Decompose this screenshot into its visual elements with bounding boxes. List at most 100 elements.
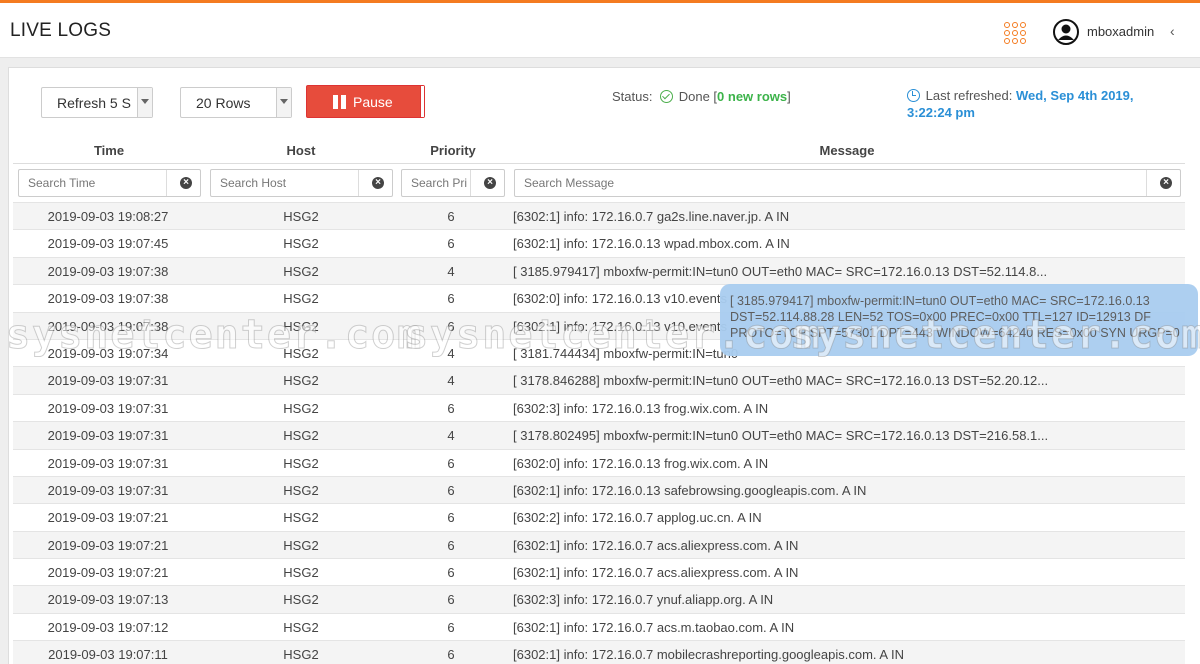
message-cell: [6302:1] info: 172.16.0.13 v10.events bbox=[513, 318, 727, 334]
priority-cell: 6 bbox=[447, 209, 455, 224]
time-cell: 2019-09-03 19:07:31 bbox=[47, 373, 169, 389]
time-cell: 2019-09-03 19:07:31 bbox=[47, 428, 169, 444]
priority-cell: 6 bbox=[447, 318, 455, 334]
search-time-input[interactable] bbox=[19, 170, 167, 196]
refresh-interval-select[interactable]: Refresh 5 S bbox=[41, 87, 153, 118]
search-message-input[interactable] bbox=[515, 170, 1147, 196]
message-cell: [6302:0] info: 172.16.0.13 v10.events bbox=[513, 291, 727, 307]
time-cell: 2019-09-03 19:07:21 bbox=[47, 565, 169, 581]
host-filter: × bbox=[210, 169, 393, 197]
host-cell: HSG2 bbox=[283, 455, 319, 471]
host-cell: HSG2 bbox=[283, 345, 319, 361]
time-cell: 2019-09-03 19:07:31 bbox=[47, 455, 169, 471]
priority-cell: 6 bbox=[447, 565, 455, 581]
apps-grid-icon[interactable] bbox=[1004, 22, 1026, 44]
priority-cell: 6 bbox=[447, 619, 455, 635]
message-cell: [6302:1] info: 172.16.0.7 acs.aliexpress… bbox=[513, 537, 799, 553]
message-cell: [6302:1] info: 172.16.0.7 acs.m.taobao.c… bbox=[513, 619, 795, 635]
host-cell: HSG2 bbox=[283, 209, 319, 224]
refresh-interval-value: Refresh 5 S bbox=[57, 95, 131, 111]
page-title: LIVE LOGS bbox=[10, 20, 112, 41]
clear-icon[interactable]: × bbox=[180, 177, 192, 189]
pause-button[interactable]: Pause bbox=[306, 85, 425, 118]
message-cell: [ 3178.846288] mboxfw-permit:IN=tun0 OUT… bbox=[513, 373, 1049, 389]
message-cell: [ 3185.979417] mboxfw-permit:IN=tun0 OUT… bbox=[513, 263, 1048, 279]
table-row[interactable]: 2019-09-03 19:07:38 HSG2 4 [ 3185.979417] m… bbox=[13, 256, 1185, 285]
table-row[interactable]: 2019-09-03 19:08:27 HSG2 6 [6302:1] info: 1… bbox=[13, 202, 1185, 230]
message-cell: [6302:0] info: 172.16.0.13 frog.wix.com.… bbox=[513, 455, 769, 471]
log-table-body: 2019-09-03 19:08:27 HSG2 6 [6302:1] info: 1… bbox=[13, 202, 1185, 664]
table-row[interactable]: 2019-09-03 19:07:31 HSG2 4 [ 3178.802495] m… bbox=[13, 421, 1185, 449]
table-row[interactable]: 2019-09-03 19:07:13 HSG2 6 [6302:3] info: 1… bbox=[13, 585, 1185, 613]
column-header-message[interactable]: Message bbox=[513, 143, 1181, 158]
status-value: Done bbox=[678, 89, 710, 104]
host-cell: HSG2 bbox=[283, 263, 319, 279]
message-tooltip: [ 3185.979417] mboxfw-permit:IN=tun0 OUT… bbox=[720, 284, 1198, 356]
time-cell: 2019-09-03 19:07:31 bbox=[47, 482, 169, 498]
time-filter: × bbox=[18, 169, 201, 197]
clear-icon[interactable]: × bbox=[1160, 177, 1172, 189]
header-divider bbox=[13, 163, 1185, 164]
time-cell: 2019-09-03 19:07:38 bbox=[47, 318, 169, 334]
search-priority-input[interactable] bbox=[402, 170, 471, 196]
user-avatar-icon[interactable] bbox=[1053, 19, 1079, 45]
logs-panel: Refresh 5 S 20 Rows Pause Status: Done [… bbox=[8, 67, 1200, 664]
last-refreshed-label: Last refreshed: bbox=[925, 88, 1013, 103]
host-cell: HSG2 bbox=[283, 482, 319, 498]
search-host-input[interactable] bbox=[211, 170, 359, 196]
clock-icon bbox=[907, 89, 920, 102]
pause-icon bbox=[333, 95, 347, 109]
username[interactable]: mboxadmin bbox=[1087, 24, 1154, 39]
table-row[interactable]: 2019-09-03 19:07:21 HSG2 6 [6302:1] info: 1… bbox=[13, 530, 1185, 559]
host-cell: HSG2 bbox=[283, 236, 319, 252]
time-cell: 2019-09-03 19:07:12 bbox=[47, 619, 169, 635]
time-cell: 2019-09-03 19:08:27 bbox=[47, 209, 169, 224]
message-cell: [6302:1] info: 172.16.0.13 safebrowsing.… bbox=[513, 482, 867, 498]
message-cell: [6302:1] info: 172.16.0.7 mobilecrashrep… bbox=[513, 647, 904, 663]
host-cell: HSG2 bbox=[283, 619, 319, 635]
priority-cell: 4 bbox=[447, 373, 455, 389]
last-refreshed: Last refreshed: Wed, Sep 4th 2019, 3:22:… bbox=[907, 87, 1157, 121]
priority-cell: 6 bbox=[447, 455, 455, 471]
message-cell: [6302:1] info: 172.16.0.7 ga2s.line.nave… bbox=[513, 209, 790, 224]
column-header-host[interactable]: Host bbox=[205, 143, 397, 158]
table-row[interactable]: 2019-09-03 19:07:45 HSG2 6 [6302:1] info: 1… bbox=[13, 229, 1185, 256]
clear-icon[interactable]: × bbox=[484, 177, 496, 189]
clear-icon[interactable]: × bbox=[372, 177, 384, 189]
host-cell: HSG2 bbox=[283, 428, 319, 444]
table-row[interactable]: 2019-09-03 19:07:12 HSG2 6 [6302:1] info: 1… bbox=[13, 612, 1185, 640]
status-bracket-close: ] bbox=[787, 89, 791, 104]
rows-per-page-select[interactable]: 20 Rows bbox=[180, 87, 292, 118]
chevron-down-icon bbox=[137, 88, 152, 117]
host-cell: HSG2 bbox=[283, 647, 319, 663]
host-cell: HSG2 bbox=[283, 400, 319, 416]
time-cell: 2019-09-03 19:07:31 bbox=[47, 400, 169, 416]
chevron-left-icon[interactable]: ‹ bbox=[1170, 23, 1175, 39]
host-cell: HSG2 bbox=[283, 510, 319, 526]
priority-cell: 6 bbox=[447, 537, 455, 553]
table-row[interactable]: 2019-09-03 19:07:31 HSG2 6 [6302:0] info: 1… bbox=[13, 448, 1185, 476]
time-cell: 2019-09-03 19:07:38 bbox=[47, 291, 169, 307]
table-row[interactable]: 2019-09-03 19:07:31 HSG2 4 [ 3178.846288] m… bbox=[13, 366, 1185, 394]
priority-cell: 4 bbox=[447, 428, 455, 444]
host-cell: HSG2 bbox=[283, 318, 319, 334]
table-row[interactable]: 2019-09-03 19:07:11 HSG2 6 [6302:1] info: 1… bbox=[13, 640, 1185, 664]
table-row[interactable]: 2019-09-03 19:07:31 HSG2 6 [6302:3] info: 1… bbox=[13, 393, 1185, 421]
host-cell: HSG2 bbox=[283, 565, 319, 581]
column-header-time[interactable]: Time bbox=[13, 143, 205, 158]
check-circle-icon bbox=[660, 90, 674, 103]
table-row[interactable]: 2019-09-03 19:07:21 HSG2 6 [6302:1] info: 1… bbox=[13, 558, 1185, 585]
time-cell: 2019-09-03 19:07:45 bbox=[47, 236, 169, 252]
message-filter: × bbox=[514, 169, 1181, 197]
time-cell: 2019-09-03 19:07:13 bbox=[47, 592, 169, 608]
message-cell: [6302:1] info: 172.16.0.13 wpad.mbox.com… bbox=[513, 236, 790, 252]
status-label: Status: bbox=[612, 89, 653, 104]
column-header-priority[interactable]: Priority bbox=[399, 143, 507, 158]
app-header: LIVE LOGS mboxadmin ‹ bbox=[0, 3, 1200, 58]
table-row[interactable]: 2019-09-03 19:07:31 HSG2 6 [6302:1] info: 1… bbox=[13, 475, 1185, 504]
rows-per-page-value: 20 Rows bbox=[196, 95, 251, 111]
priority-cell: 6 bbox=[447, 236, 455, 252]
pause-toggle-edge bbox=[420, 86, 424, 117]
table-row[interactable]: 2019-09-03 19:07:21 HSG2 6 [6302:2] info: 1… bbox=[13, 503, 1185, 530]
priority-cell: 4 bbox=[447, 345, 455, 361]
